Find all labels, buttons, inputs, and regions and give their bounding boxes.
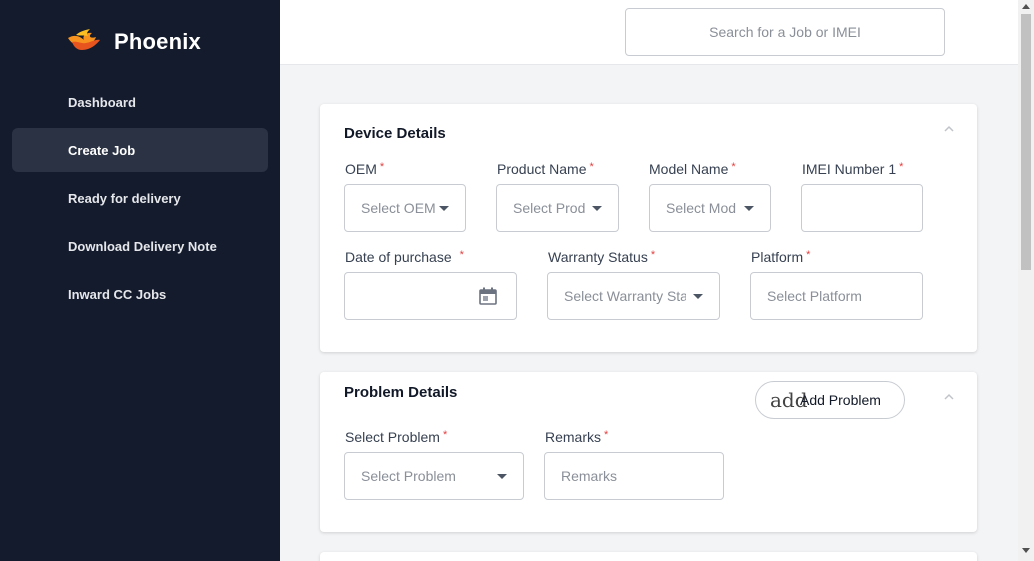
sidebar-item-create-job[interactable]: Create Job (12, 128, 268, 172)
sidebar-item-label: Create Job (68, 142, 136, 158)
sidebar-item-label: Dashboard (68, 94, 136, 110)
sidebar: Phoenix Dashboard Create Job Ready for d… (0, 0, 280, 561)
caret-down-icon (497, 474, 507, 479)
warranty-status-select[interactable]: Select Warranty Stat (547, 272, 720, 320)
sidebar-item-inward-cc-jobs[interactable]: Inward CC Jobs (12, 272, 268, 316)
scroll-down-arrow-icon[interactable] (1022, 548, 1030, 553)
next-section-card (320, 552, 977, 561)
sidebar-item-label: Download Delivery Note (68, 238, 217, 254)
add-problem-button[interactable]: add Add Problem (755, 381, 905, 419)
oem-select[interactable]: Select OEM (344, 184, 466, 232)
platform-select[interactable]: Select Platform (750, 272, 923, 320)
brand[interactable]: Phoenix (66, 28, 201, 56)
scrollbar-thumb[interactable] (1021, 14, 1031, 270)
problem-details-card: Problem Details add Add Problem Select P… (320, 372, 977, 532)
warranty-status-label: Warranty Status * (548, 249, 656, 265)
date-of-purchase-input[interactable] (344, 272, 517, 320)
caret-down-icon (693, 294, 703, 299)
sidebar-item-label: Inward CC Jobs (68, 286, 167, 302)
brand-name: Phoenix (114, 29, 201, 54)
remarks-label: Remarks * (545, 429, 609, 445)
sidebar-item-download-delivery-note[interactable]: Download Delivery Note (12, 224, 268, 268)
sidebar-item-label: Ready for delivery (68, 190, 181, 206)
date-of-purchase-label: Date of purchase * (345, 249, 464, 265)
problem-select[interactable]: Select Problem (344, 452, 524, 500)
device-details-card: Device Details OEM * Product Name * Model … (320, 104, 977, 352)
scrollbar[interactable] (1018, 0, 1034, 561)
oem-label: OEM * (345, 161, 385, 177)
product-name-label: Product Name * (497, 161, 594, 177)
scroll-up-arrow-icon[interactable] (1022, 4, 1030, 9)
imei-label: IMEI Number 1 * (802, 161, 904, 177)
search-input[interactable]: Search for a Job or IMEI (625, 8, 945, 56)
model-name-select[interactable]: Select Mod (649, 184, 771, 232)
calendar-icon[interactable] (478, 286, 498, 306)
caret-down-icon (439, 206, 449, 211)
platform-label: Platform * (751, 249, 811, 265)
device-details-title: Device Details (344, 125, 446, 142)
model-name-label: Model Name * (649, 161, 736, 177)
chevron-up-icon[interactable] (944, 124, 954, 134)
problem-details-title: Problem Details (344, 384, 458, 401)
chevron-up-icon[interactable] (944, 392, 954, 402)
sidebar-item-ready-for-delivery[interactable]: Ready for delivery (12, 176, 268, 220)
add-problem-label: Add Problem (800, 392, 881, 408)
caret-down-icon (592, 206, 602, 211)
caret-down-icon (744, 206, 754, 211)
phoenix-logo-icon (68, 29, 100, 50)
search-placeholder: Search for a Job or IMEI (709, 24, 861, 40)
product-name-select[interactable]: Select Prod (496, 184, 619, 232)
imei-input[interactable] (801, 184, 923, 232)
top-header: Search for a Job or IMEI (280, 0, 1018, 65)
remarks-input[interactable]: Remarks (544, 452, 724, 500)
select-problem-label: Select Problem * (345, 429, 448, 445)
add-icon: add (770, 388, 808, 412)
sidebar-item-dashboard[interactable]: Dashboard (12, 80, 268, 124)
